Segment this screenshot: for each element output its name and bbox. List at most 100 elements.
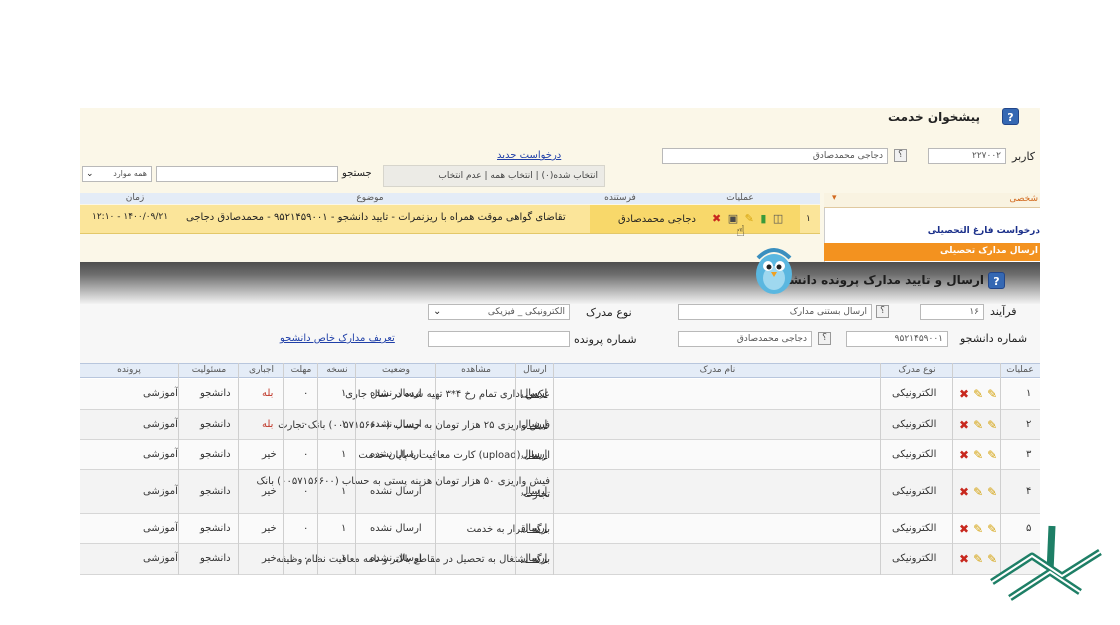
help-icon[interactable]: ?: [988, 272, 1005, 289]
send-link[interactable]: ارسال: [521, 449, 547, 460]
delete-icon[interactable]: ✖: [959, 418, 969, 432]
define-student-docs-link[interactable]: تعریف مدارک خاص دانشجو: [280, 333, 395, 344]
file-cell: آموزشی: [143, 418, 178, 430]
responsibility-cell: دانشجو: [200, 553, 231, 564]
required-cell: خیر: [262, 485, 277, 497]
status-cell: ارسال نشده: [370, 485, 422, 497]
delete-icon[interactable]: ✖: [959, 485, 969, 499]
send-link[interactable]: ارسال: [521, 388, 547, 399]
row-action-icons: ✖ ▣ ✎ ▮ ◫: [712, 212, 783, 225]
column-divider: [355, 363, 356, 575]
delete-icon[interactable]: ✖: [959, 552, 969, 566]
page-title: پیشخوان خدمت: [887, 110, 980, 124]
required-cell: بله: [262, 388, 274, 399]
column-divider: [515, 363, 516, 575]
doc-type-select[interactable]: الکترونیکی _ فیزیکی ⌄: [428, 304, 570, 320]
attach-icon[interactable]: ▮: [760, 212, 766, 225]
selection-text[interactable]: انتخاب شده(۰) | انتخاب همه | عدم انتخاب: [438, 171, 598, 181]
file-cell: آموزشی: [143, 485, 178, 497]
sidebar-header[interactable]: شخصی ▾: [824, 193, 1040, 208]
pencil-icon[interactable]: ✎: [973, 485, 983, 499]
send-link[interactable]: ارسال: [521, 419, 547, 430]
filter-value: همه موارد: [113, 169, 147, 178]
chevron-down-icon: ⌄: [433, 306, 442, 317]
row-number: ۳: [1026, 448, 1032, 460]
send-link[interactable]: ارسال: [521, 486, 547, 497]
row-action-icons: ✖ ✎ ✎: [955, 418, 997, 432]
deadline-cell: ۰: [303, 522, 309, 534]
required-cell: خیر: [262, 553, 277, 564]
view-icon[interactable]: ◫: [773, 212, 783, 225]
required-cell: خیر: [262, 448, 277, 460]
required-cell: بله: [262, 418, 274, 430]
delete-icon[interactable]: ✖: [712, 212, 721, 225]
inbox-row-subject[interactable]: تقاضای گواهی موقت همراه با ریزنمرات - تا…: [186, 212, 566, 223]
deadline-cell: ۰: [303, 485, 309, 497]
deadline-cell: ۰: [303, 418, 309, 430]
sidebar-item-send-docs[interactable]: ارسال مدارک تحصیلی: [824, 243, 1040, 261]
document-window-title: ارسال و تایید مدارک پرونده دانشجو: [773, 273, 984, 287]
delete-icon[interactable]: ✖: [959, 387, 969, 401]
pencil-icon[interactable]: ✎: [987, 485, 997, 499]
pencil-icon[interactable]: ✎: [973, 448, 983, 462]
pencil-icon[interactable]: ✎: [973, 418, 983, 432]
pencil-icon[interactable]: ✎: [973, 387, 983, 401]
delete-icon[interactable]: ✖: [959, 448, 969, 462]
send-link[interactable]: ارسال: [521, 553, 547, 564]
copy-cell: ۱: [341, 522, 347, 534]
new-request-link[interactable]: درخواست جدید: [497, 150, 561, 161]
col-header: عملیات: [1006, 365, 1034, 375]
col-header: ارسال: [523, 365, 547, 375]
send-link[interactable]: ارسال: [521, 523, 547, 534]
pencil-icon[interactable]: ✎: [745, 212, 754, 225]
copy-cell: ۱: [341, 388, 347, 399]
search-input[interactable]: [156, 166, 338, 182]
chevron-down-icon: ▾: [832, 193, 837, 203]
responsibility-cell: دانشجو: [200, 448, 231, 460]
pencil-icon[interactable]: ✎: [987, 448, 997, 462]
process-code-field[interactable]: ۱۶: [920, 304, 984, 320]
help-icon[interactable]: ?: [1002, 108, 1019, 125]
responsibility-cell: دانشجو: [200, 418, 231, 430]
student-no-field[interactable]: ۹۵۲۱۴۵۹۰۰۱: [846, 331, 948, 347]
status-cell: ارسال نشده: [370, 418, 422, 430]
doc-type-value: الکترونیکی _ فیزیکی: [487, 307, 565, 317]
col-header: اجباری: [249, 365, 274, 375]
student-name-field: دجاجی محمدصادق: [678, 331, 812, 347]
responsibility-cell: دانشجو: [200, 388, 231, 399]
pencil-icon[interactable]: ✎: [987, 418, 997, 432]
doc-type-label: نوع مدرک: [586, 306, 632, 319]
inbox-row-time: ۱۴۰۰/۰۹/۲۱ - ۱۲:۱۰: [92, 212, 169, 222]
process-lookup-button[interactable]: ؟: [876, 305, 889, 318]
delete-icon[interactable]: ✖: [959, 522, 969, 536]
file-cell: آموزشی: [143, 388, 178, 399]
col-header: نام مدرک: [699, 365, 736, 375]
col-header: مشاهده: [461, 365, 491, 375]
copy-cell: ۱: [341, 485, 347, 497]
user-lookup-button[interactable]: ؟: [894, 149, 907, 162]
process-name-field: ارسال بستنی مدارک: [678, 304, 872, 320]
sidebar-item-send-docs-label: ارسال مدارک تحصیلی: [939, 246, 1038, 256]
pencil-icon[interactable]: ✎: [987, 387, 997, 401]
column-divider: [317, 363, 318, 575]
status-cell: ارسال نشده: [370, 553, 422, 564]
row-action-icons: ✖ ✎ ✎: [955, 485, 997, 499]
deadline-cell: ۰: [303, 553, 309, 564]
file-cell: آموزشی: [143, 522, 178, 534]
copy-cell: ۱: [341, 448, 347, 460]
responsibility-cell: دانشجو: [200, 522, 231, 534]
column-divider: [238, 363, 239, 575]
file-no-label: شماره پرونده: [574, 333, 637, 346]
user-code-field[interactable]: ۲۲۷۰۰۲: [928, 148, 1006, 164]
logo-icon: [980, 512, 1110, 610]
filter-select[interactable]: همه موارد ⌄: [82, 166, 152, 182]
file-cell: آموزشی: [143, 448, 178, 460]
file-cell: آموزشی: [143, 553, 178, 564]
bird-mascot-icon: [748, 240, 800, 298]
sidebar-item-graduation[interactable]: درخواست فارغ التحصیلی: [928, 226, 1040, 236]
file-no-field[interactable]: [428, 331, 570, 347]
user-label: کاربر: [1012, 150, 1036, 163]
student-lookup-button[interactable]: ؟: [818, 332, 831, 345]
col-header-time: زمان: [125, 193, 145, 203]
row-number: ۴: [1026, 485, 1032, 497]
